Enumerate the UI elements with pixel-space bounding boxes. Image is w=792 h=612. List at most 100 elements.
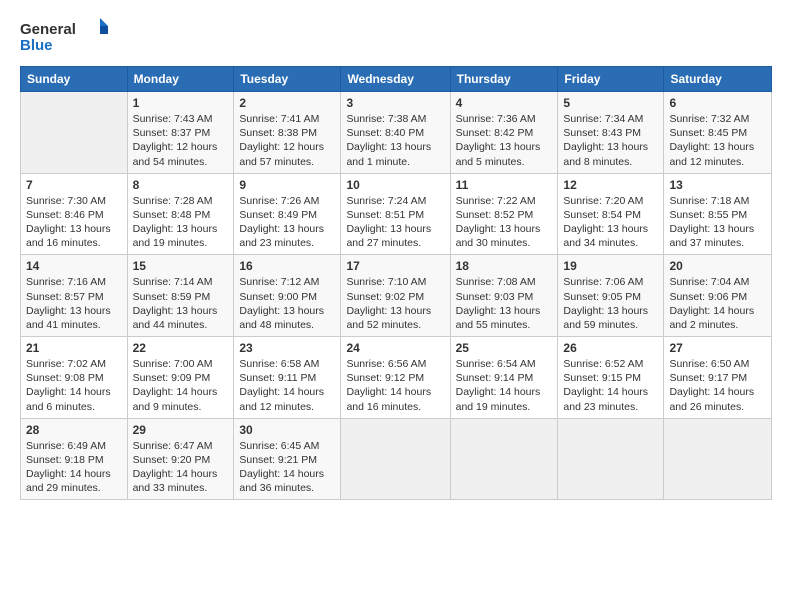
- calendar-cell: 19 Sunrise: 7:06 AMSunset: 9:05 PMDayligh…: [558, 255, 664, 337]
- calendar-cell: [558, 418, 664, 500]
- header: General Blue: [20, 16, 772, 56]
- day-number: 20: [669, 259, 766, 273]
- day-number: 5: [563, 96, 658, 110]
- day-number: 12: [563, 178, 658, 192]
- calendar-cell: 8 Sunrise: 7:28 AMSunset: 8:48 PMDaylight…: [127, 173, 234, 255]
- day-info: Sunrise: 7:06 AMSunset: 9:05 PMDaylight:…: [563, 275, 658, 332]
- weekday-header-thursday: Thursday: [450, 67, 558, 92]
- calendar-cell: 15 Sunrise: 7:14 AMSunset: 8:59 PMDayligh…: [127, 255, 234, 337]
- calendar-cell: 18 Sunrise: 7:08 AMSunset: 9:03 PMDayligh…: [450, 255, 558, 337]
- calendar-cell: 16 Sunrise: 7:12 AMSunset: 9:00 PMDayligh…: [234, 255, 341, 337]
- day-number: 27: [669, 341, 766, 355]
- day-number: 28: [26, 423, 122, 437]
- calendar-week-3: 14 Sunrise: 7:16 AMSunset: 8:57 PMDayligh…: [21, 255, 772, 337]
- day-info: Sunrise: 7:08 AMSunset: 9:03 PMDaylight:…: [456, 275, 553, 332]
- day-info: Sunrise: 7:10 AMSunset: 9:02 PMDaylight:…: [346, 275, 444, 332]
- day-number: 1: [133, 96, 229, 110]
- calendar-header-row: SundayMondayTuesdayWednesdayThursdayFrid…: [21, 67, 772, 92]
- day-info: Sunrise: 6:45 AMSunset: 9:21 PMDaylight:…: [239, 439, 335, 496]
- calendar-cell: 7 Sunrise: 7:30 AMSunset: 8:46 PMDaylight…: [21, 173, 128, 255]
- day-number: 15: [133, 259, 229, 273]
- day-number: 16: [239, 259, 335, 273]
- calendar-cell: [341, 418, 450, 500]
- weekday-header-saturday: Saturday: [664, 67, 772, 92]
- svg-text:Blue: Blue: [20, 37, 53, 54]
- day-info: Sunrise: 7:12 AMSunset: 9:00 PMDaylight:…: [239, 275, 335, 332]
- calendar-cell: 30 Sunrise: 6:45 AMSunset: 9:21 PMDayligh…: [234, 418, 341, 500]
- day-info: Sunrise: 7:38 AMSunset: 8:40 PMDaylight:…: [346, 112, 444, 169]
- calendar-cell: 20 Sunrise: 7:04 AMSunset: 9:06 PMDayligh…: [664, 255, 772, 337]
- day-info: Sunrise: 7:04 AMSunset: 9:06 PMDaylight:…: [669, 275, 766, 332]
- day-info: Sunrise: 6:49 AMSunset: 9:18 PMDaylight:…: [26, 439, 122, 496]
- day-number: 25: [456, 341, 553, 355]
- day-info: Sunrise: 6:52 AMSunset: 9:15 PMDaylight:…: [563, 357, 658, 414]
- day-number: 30: [239, 423, 335, 437]
- calendar-cell: 4 Sunrise: 7:36 AMSunset: 8:42 PMDaylight…: [450, 92, 558, 174]
- calendar-cell: 23 Sunrise: 6:58 AMSunset: 9:11 PMDayligh…: [234, 337, 341, 419]
- day-info: Sunrise: 7:28 AMSunset: 8:48 PMDaylight:…: [133, 194, 229, 251]
- calendar-cell: 22Sunrise: 7:00 AMSunset: 9:09 PMDayligh…: [127, 337, 234, 419]
- day-info: Sunrise: 7:41 AMSunset: 8:38 PMDaylight:…: [239, 112, 335, 169]
- calendar-cell: 10Sunrise: 7:24 AMSunset: 8:51 PMDayligh…: [341, 173, 450, 255]
- day-info: Sunrise: 7:30 AMSunset: 8:46 PMDaylight:…: [26, 194, 122, 251]
- calendar-cell: 17 Sunrise: 7:10 AMSunset: 9:02 PMDayligh…: [341, 255, 450, 337]
- day-info: Sunrise: 7:16 AMSunset: 8:57 PMDaylight:…: [26, 275, 122, 332]
- calendar-week-1: 1Sunrise: 7:43 AMSunset: 8:37 PMDaylight…: [21, 92, 772, 174]
- day-number: 21: [26, 341, 122, 355]
- page: General Blue SundayMondayTuesdayWednesda…: [0, 0, 792, 612]
- day-number: 18: [456, 259, 553, 273]
- calendar-cell: 11 Sunrise: 7:22 AMSunset: 8:52 PMDayligh…: [450, 173, 558, 255]
- calendar-cell: 13 Sunrise: 7:18 AMSunset: 8:55 PMDayligh…: [664, 173, 772, 255]
- day-number: 13: [669, 178, 766, 192]
- calendar-cell: 12 Sunrise: 7:20 AMSunset: 8:54 PMDayligh…: [558, 173, 664, 255]
- calendar-cell: [450, 418, 558, 500]
- calendar-cell: 2 Sunrise: 7:41 AMSunset: 8:38 PMDaylight…: [234, 92, 341, 174]
- day-number: 11: [456, 178, 553, 192]
- day-number: 14: [26, 259, 122, 273]
- day-info: Sunrise: 7:34 AMSunset: 8:43 PMDaylight:…: [563, 112, 658, 169]
- calendar-cell: [21, 92, 128, 174]
- day-number: 6: [669, 96, 766, 110]
- calendar-cell: 29 Sunrise: 6:47 AMSunset: 9:20 PMDayligh…: [127, 418, 234, 500]
- calendar-cell: 26 Sunrise: 6:52 AMSunset: 9:15 PMDayligh…: [558, 337, 664, 419]
- day-number: 7: [26, 178, 122, 192]
- day-info: Sunrise: 7:14 AMSunset: 8:59 PMDaylight:…: [133, 275, 229, 332]
- svg-text:General: General: [20, 21, 76, 38]
- day-info: Sunrise: 7:24 AMSunset: 8:51 PMDaylight:…: [346, 194, 444, 251]
- day-info: Sunrise: 6:58 AMSunset: 9:11 PMDaylight:…: [239, 357, 335, 414]
- calendar-cell: 25 Sunrise: 6:54 AMSunset: 9:14 PMDayligh…: [450, 337, 558, 419]
- calendar-cell: 21Sunrise: 7:02 AMSunset: 9:08 PMDayligh…: [21, 337, 128, 419]
- calendar-cell: [664, 418, 772, 500]
- day-info: Sunrise: 7:26 AMSunset: 8:49 PMDaylight:…: [239, 194, 335, 251]
- day-number: 23: [239, 341, 335, 355]
- day-number: 4: [456, 96, 553, 110]
- day-number: 29: [133, 423, 229, 437]
- calendar-cell: 5 Sunrise: 7:34 AMSunset: 8:43 PMDaylight…: [558, 92, 664, 174]
- calendar-week-5: 28 Sunrise: 6:49 AMSunset: 9:18 PMDayligh…: [21, 418, 772, 500]
- calendar-table: SundayMondayTuesdayWednesdayThursdayFrid…: [20, 66, 772, 500]
- day-info: Sunrise: 6:47 AMSunset: 9:20 PMDaylight:…: [133, 439, 229, 496]
- day-number: 26: [563, 341, 658, 355]
- calendar-cell: 6Sunrise: 7:32 AMSunset: 8:45 PMDaylight…: [664, 92, 772, 174]
- day-info: Sunrise: 7:18 AMSunset: 8:55 PMDaylight:…: [669, 194, 766, 251]
- day-info: Sunrise: 7:20 AMSunset: 8:54 PMDaylight:…: [563, 194, 658, 251]
- weekday-header-friday: Friday: [558, 67, 664, 92]
- day-info: Sunrise: 7:36 AMSunset: 8:42 PMDaylight:…: [456, 112, 553, 169]
- calendar-week-4: 21Sunrise: 7:02 AMSunset: 9:08 PMDayligh…: [21, 337, 772, 419]
- day-info: Sunrise: 7:22 AMSunset: 8:52 PMDaylight:…: [456, 194, 553, 251]
- logo: General Blue: [20, 16, 110, 56]
- day-number: 2: [239, 96, 335, 110]
- calendar-cell: 14 Sunrise: 7:16 AMSunset: 8:57 PMDayligh…: [21, 255, 128, 337]
- day-number: 19: [563, 259, 658, 273]
- day-number: 3: [346, 96, 444, 110]
- calendar-week-2: 7 Sunrise: 7:30 AMSunset: 8:46 PMDaylight…: [21, 173, 772, 255]
- day-info: Sunrise: 6:54 AMSunset: 9:14 PMDaylight:…: [456, 357, 553, 414]
- weekday-header-sunday: Sunday: [21, 67, 128, 92]
- day-number: 17: [346, 259, 444, 273]
- day-info: Sunrise: 6:50 AMSunset: 9:17 PMDaylight:…: [669, 357, 766, 414]
- day-number: 8: [133, 178, 229, 192]
- weekday-header-tuesday: Tuesday: [234, 67, 341, 92]
- logo-svg: General Blue: [20, 16, 110, 56]
- calendar-cell: 1Sunrise: 7:43 AMSunset: 8:37 PMDaylight…: [127, 92, 234, 174]
- day-number: 24: [346, 341, 444, 355]
